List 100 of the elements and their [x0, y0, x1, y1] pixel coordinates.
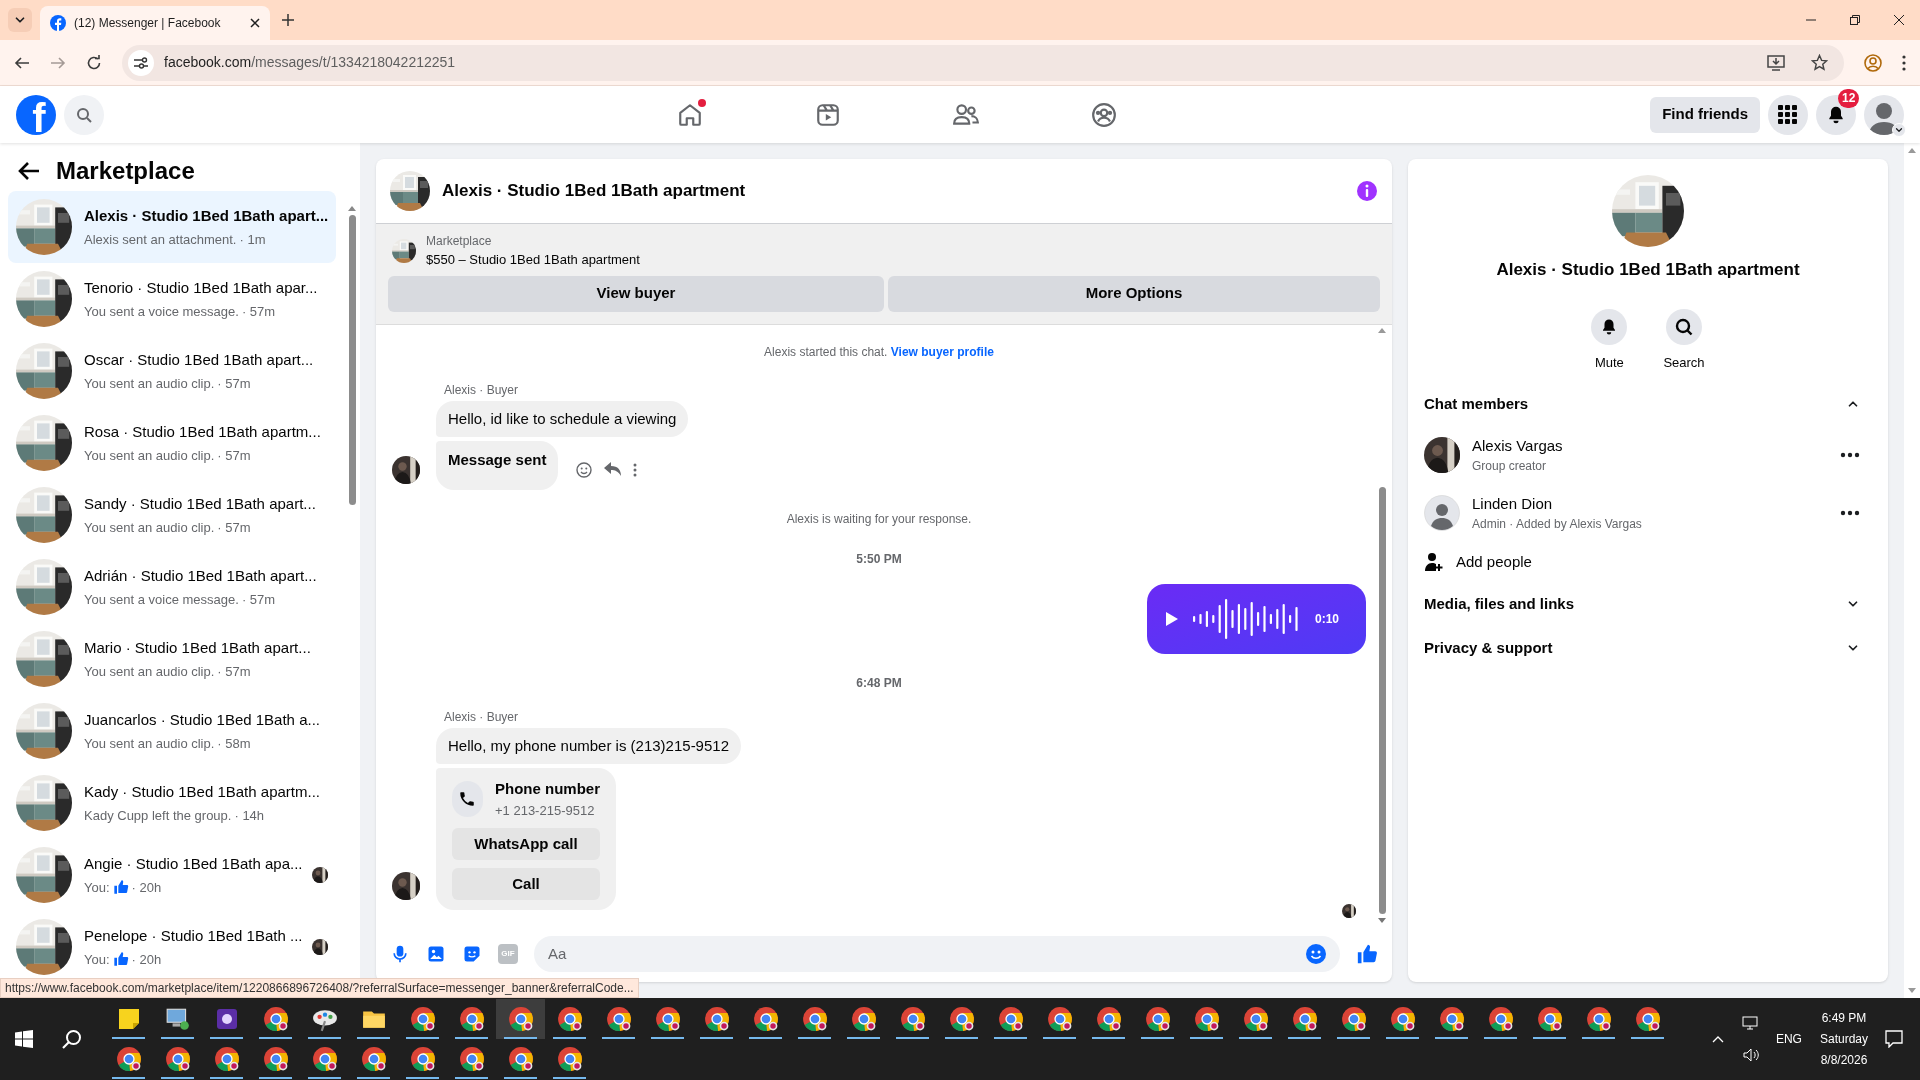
chrome-icon[interactable] — [1634, 1006, 1661, 1032]
browser-tab[interactable]: (12) Messenger | Facebook — [40, 6, 270, 40]
scroll-down-icon[interactable] — [1378, 918, 1386, 924]
groups-icon[interactable] — [1091, 101, 1118, 128]
conversation-item[interactable]: Kady · Studio 1Bed 1Bath apartm... Kady Cupp left the group. · 14h — [8, 767, 336, 839]
chrome-icon[interactable] — [948, 1006, 975, 1032]
conversation-item[interactable]: Angie · Studio 1Bed 1Bath apa... You: · 20h — [8, 839, 336, 911]
clock[interactable]: 6:49 PM Saturday 8/8/2026 — [1819, 1007, 1868, 1071]
chrome-icon[interactable] — [1585, 1006, 1612, 1032]
tab-search-button[interactable] — [8, 8, 32, 32]
info-icon[interactable] — [1356, 180, 1378, 202]
new-tab-icon[interactable] — [282, 14, 294, 26]
conversation-item[interactable]: Juancarlos · Studio 1Bed 1Bath a... You sent an audio clip. · 58m — [8, 695, 336, 767]
conversation-item[interactable]: Alexis · Studio 1Bed 1Bath apart... Alexis sent an attachment. · 1m — [8, 191, 336, 263]
image-icon[interactable] — [426, 944, 446, 964]
chrome-icon[interactable] — [262, 1046, 289, 1072]
chrome-icon[interactable] — [703, 1006, 730, 1032]
chrome-icon[interactable] — [507, 1046, 534, 1072]
notifications-button[interactable] — [1816, 94, 1856, 135]
chrome-icon[interactable] — [1046, 1006, 1073, 1032]
banner-button[interactable]: View buyer — [388, 275, 884, 312]
language-indicator[interactable]: ENG — [1775, 1030, 1802, 1048]
chrome-icon[interactable] — [605, 1006, 632, 1032]
back-arrow-icon[interactable] — [18, 161, 40, 181]
voice-message[interactable]: 0:10 — [1147, 583, 1366, 654]
add-people-button[interactable]: Add people — [1424, 542, 1872, 582]
like-button[interactable] — [1356, 943, 1378, 965]
search-button[interactable] — [1666, 308, 1702, 345]
message-input[interactable]: Aa — [548, 942, 1306, 966]
scrollbar[interactable] — [348, 205, 356, 505]
play-icon[interactable] — [1165, 610, 1179, 627]
view-buyer-profile-link[interactable]: View buyer profile — [890, 344, 994, 359]
volume-icon[interactable] — [1742, 1048, 1759, 1062]
chrome-icon[interactable] — [311, 1046, 338, 1072]
chrome-icon[interactable] — [1340, 1006, 1367, 1032]
close-icon[interactable] — [250, 18, 260, 28]
conversation-item[interactable]: Mario · Studio 1Bed 1Bath apart... You sent an audio clip. · 57m — [8, 623, 336, 695]
call-button[interactable]: Call — [452, 868, 600, 900]
scroll-up-icon[interactable] — [1908, 147, 1916, 153]
conversation-item[interactable]: Sandy · Studio 1Bed 1Bath apart... You sent an audio clip. · 57m — [8, 479, 336, 551]
chrome-icon[interactable] — [1242, 1006, 1269, 1032]
chrome-icon[interactable] — [556, 1046, 583, 1072]
chrome-icon[interactable] — [360, 1046, 387, 1072]
chrome-icon[interactable] — [507, 1006, 534, 1032]
profile-icon[interactable] — [1864, 53, 1882, 72]
menu-button[interactable] — [1768, 94, 1808, 135]
chrome-icon[interactable] — [409, 1046, 436, 1072]
address-bar[interactable]: facebook.com/messages/t/1334218042212251 — [122, 44, 1844, 81]
chrome-icon[interactable] — [1438, 1006, 1465, 1032]
profile-avatar[interactable] — [1864, 94, 1904, 135]
menu-icon[interactable] — [1902, 54, 1906, 71]
conversation-item[interactable]: Tenorio · Studio 1Bed 1Bath apar... You sent a voice message. · 57m — [8, 263, 336, 335]
video-icon[interactable] — [815, 101, 842, 128]
back-icon[interactable] — [14, 54, 30, 71]
sticker-icon[interactable] — [462, 944, 482, 964]
member-options-icon[interactable] — [1840, 510, 1860, 516]
conversation-item[interactable]: Rosa · Studio 1Bed 1Bath apartm... You sent an audio clip. · 57m — [8, 407, 336, 479]
scroll-up-icon[interactable] — [348, 205, 356, 211]
section-header[interactable]: Media, files and links — [1424, 582, 1872, 626]
start-icon[interactable] — [15, 1030, 33, 1048]
chrome-icon[interactable] — [409, 1006, 436, 1032]
chrome-icon[interactable] — [1095, 1006, 1122, 1032]
react-icon[interactable] — [576, 461, 593, 478]
scroll-down-icon[interactable] — [1908, 988, 1916, 994]
chrome-icon[interactable] — [262, 1006, 289, 1032]
computer-icon[interactable] — [164, 1006, 191, 1032]
home-icon[interactable] — [677, 101, 704, 128]
site-info-icon[interactable] — [134, 56, 148, 69]
app-icon[interactable] — [214, 1007, 239, 1031]
friends-icon[interactable] — [952, 101, 981, 128]
reply-icon[interactable] — [604, 462, 622, 477]
member-options-icon[interactable] — [1840, 452, 1860, 458]
message-field[interactable]: Aa — [534, 936, 1340, 972]
bookmark-star-icon[interactable] — [1811, 54, 1828, 71]
chrome-icon[interactable] — [1389, 1006, 1416, 1032]
chrome-icon[interactable] — [1144, 1006, 1171, 1032]
chrome-icon[interactable] — [1291, 1006, 1318, 1032]
section-header[interactable]: Chat members — [1424, 382, 1872, 426]
scrollbar[interactable] — [1378, 326, 1386, 924]
facebook-logo[interactable]: f — [16, 94, 56, 135]
chrome-icon[interactable] — [213, 1046, 240, 1072]
conversation-item[interactable]: Adrián · Studio 1Bed 1Bath apart... You sent a voice message. · 57m — [8, 551, 336, 623]
chrome-icon[interactable] — [801, 1006, 828, 1032]
emoji-icon[interactable] — [1306, 944, 1326, 964]
chrome-icon[interactable] — [556, 1006, 583, 1032]
chrome-icon[interactable] — [458, 1046, 485, 1072]
notifications-icon[interactable] — [1885, 1030, 1903, 1048]
show-hidden-icons[interactable] — [1711, 1035, 1724, 1043]
chrome-icon[interactable] — [997, 1006, 1024, 1032]
chrome-icon[interactable] — [850, 1006, 877, 1032]
find-friends-button[interactable]: Find friends — [1650, 96, 1760, 133]
mute-button[interactable] — [1591, 308, 1628, 345]
chrome-icon[interactable] — [164, 1046, 191, 1072]
taskbar-app[interactable] — [496, 999, 545, 1039]
network-icon[interactable] — [1741, 1016, 1760, 1032]
reload-icon[interactable] — [86, 54, 102, 71]
chrome-icon[interactable] — [458, 1006, 485, 1032]
close-icon[interactable] — [1894, 15, 1904, 25]
chrome-icon[interactable] — [899, 1006, 926, 1032]
conversation-item[interactable]: Oscar · Studio 1Bed 1Bath apart... You sent an audio clip. · 57m — [8, 335, 336, 407]
